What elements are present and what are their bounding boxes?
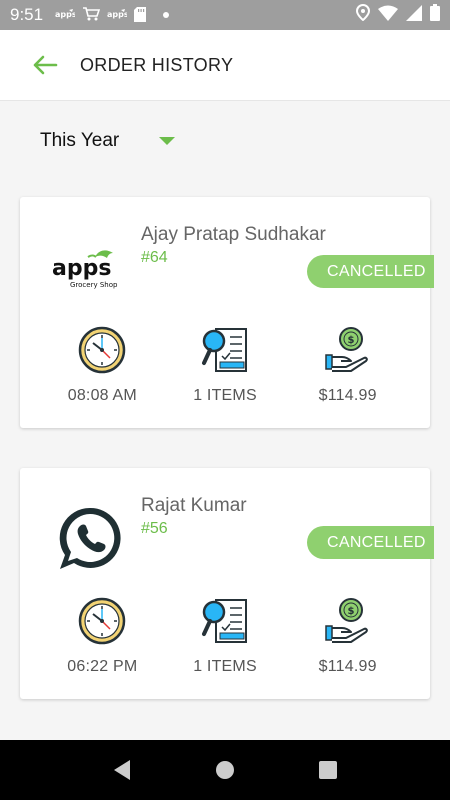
status-time: 9:51 — [10, 5, 44, 24]
triangle-back-icon — [113, 760, 130, 780]
system-icons — [355, 3, 440, 26]
customer-name: Ajay Pratap Sudhakar — [141, 224, 326, 245]
svg-text:$: $ — [347, 606, 354, 617]
apps-grocery-shop-logo: apps Grocery Shop — [50, 233, 130, 303]
page-title: ORDER HISTORY — [80, 54, 234, 75]
order-stats: 06:22 PM 1 ITEMS $ $114.99 — [20, 596, 430, 676]
status-badge: CANCELLED — [307, 255, 434, 288]
wifi-icon — [378, 5, 398, 26]
order-number: #64 — [141, 249, 168, 266]
svg-text:apps: apps — [52, 256, 111, 281]
order-items-stat: 1 ITEMS — [164, 596, 287, 676]
nav-back-button[interactable] — [107, 755, 137, 785]
order-items-stat: 1 ITEMS — [164, 325, 287, 405]
circle-home-icon — [215, 761, 234, 779]
whatsapp-logo — [50, 504, 130, 574]
square-recents-icon — [319, 761, 338, 779]
back-button[interactable] — [30, 50, 60, 80]
checklist-search-icon — [202, 328, 247, 372]
period-filter-dropdown[interactable]: This Year — [40, 130, 176, 152]
order-total-stat: $ $114.99 — [286, 596, 409, 676]
money-hand-icon: $ — [324, 327, 368, 372]
order-stats: 08:08 AM 1 ITEMS $ $114.99 — [20, 325, 430, 405]
order-card[interactable]: apps Grocery Shop Ajay Pratap Sudhakar #… — [20, 197, 434, 428]
sd-card-icon — [134, 6, 147, 24]
clock-icon — [79, 326, 126, 374]
order-time: 06:22 PM — [67, 658, 138, 675]
order-items-count: 1 ITEMS — [193, 658, 257, 675]
status-badge: CANCELLED — [307, 526, 434, 559]
status-bar: 9:51 apps apps — [0, 0, 450, 30]
order-total: $114.99 — [318, 387, 377, 404]
order-time-stat: 06:22 PM — [41, 596, 164, 676]
order-time: 08:08 AM — [67, 387, 137, 404]
period-filter-label: This Year — [40, 130, 120, 151]
svg-text:$: $ — [347, 335, 354, 346]
signal-icon — [406, 4, 422, 26]
order-card[interactable]: Rajat Kumar #56 CANCELLED 06:22 PM 1 ITE… — [20, 468, 434, 699]
order-time-stat: 08:08 AM — [41, 325, 164, 405]
apps-notification-icon: apps — [107, 8, 129, 22]
battery-icon — [430, 4, 440, 26]
order-total: $114.99 — [318, 658, 377, 675]
order-number: #56 — [141, 520, 168, 537]
arrow-left-icon — [33, 55, 58, 75]
order-items-count: 1 ITEMS — [193, 387, 257, 404]
checklist-search-icon — [202, 599, 247, 643]
customer-name: Rajat Kumar — [141, 495, 247, 516]
app-header: ORDER HISTORY — [0, 30, 450, 101]
caret-down-icon — [159, 137, 176, 145]
dot-icon — [163, 10, 170, 20]
nav-recents-button[interactable] — [313, 755, 343, 785]
apps-notification-icon: apps — [55, 8, 77, 22]
svg-text:Grocery Shop: Grocery Shop — [70, 281, 118, 289]
location-icon — [355, 3, 371, 26]
notification-icons: apps apps — [55, 6, 170, 24]
nav-home-button[interactable] — [210, 755, 240, 785]
order-total-stat: $ $114.99 — [286, 325, 409, 405]
system-navigation-bar — [0, 740, 450, 800]
money-hand-icon: $ — [324, 598, 368, 643]
cart-notification-icon — [82, 6, 101, 24]
clock-icon — [79, 597, 126, 645]
